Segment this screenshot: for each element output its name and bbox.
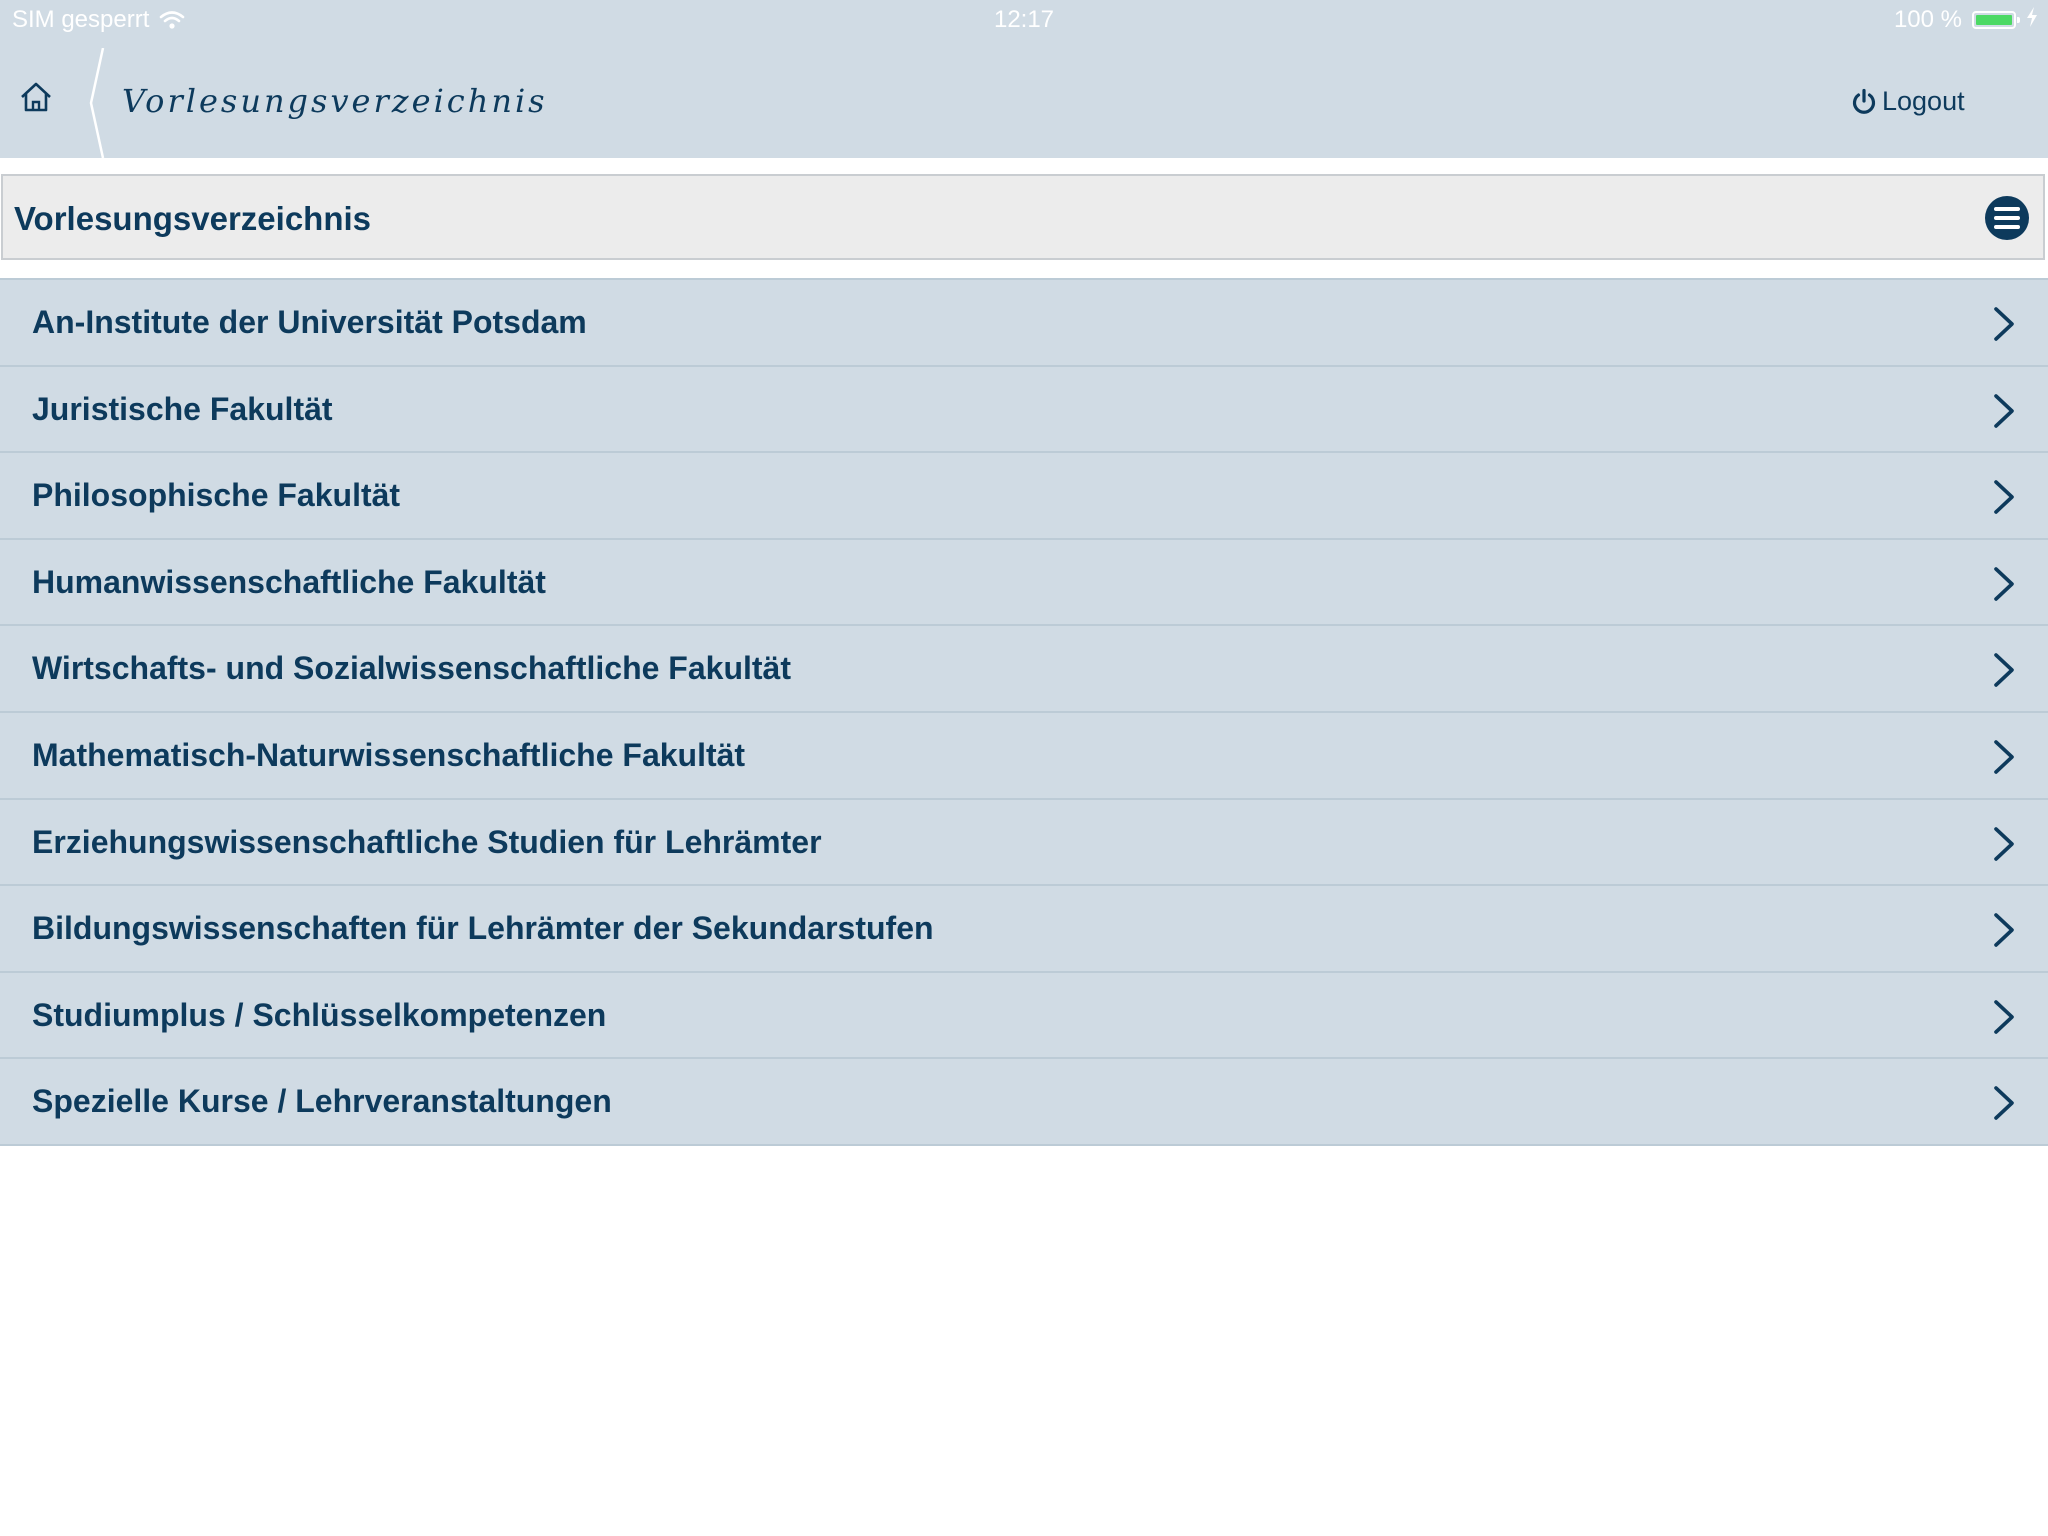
power-icon <box>1850 88 1878 116</box>
chevron-right-icon <box>1994 913 2014 947</box>
list-item-label: Studiumplus / Schlüsselkompetenzen <box>32 996 607 1033</box>
list-item-label: Humanwissenschaftliche Fakultät <box>32 563 546 600</box>
list-item-label: An-Institute der Universität Potsdam <box>32 304 587 340</box>
chevron-right-icon <box>1994 653 2014 688</box>
chevron-right-icon <box>1994 566 2014 601</box>
logout-button[interactable]: Logout <box>1850 86 1965 117</box>
home-icon <box>16 82 56 122</box>
chevron-right-icon <box>1994 393 2014 428</box>
charging-bolt-icon <box>2026 6 2038 34</box>
breadcrumb-divider <box>89 48 105 158</box>
list-item[interactable]: Humanwissenschaftliche Fakultät <box>0 539 2048 627</box>
section-title: Vorlesungsverzeichnis <box>14 200 372 237</box>
top-bar: SIM gesperrt 12:17 100 % Vorlesungsverze… <box>0 0 2048 158</box>
chevron-right-icon <box>1994 1086 2014 1121</box>
chevron-right-icon <box>1994 740 2014 774</box>
status-time: 12:17 <box>993 6 1055 33</box>
list-item-label: Philosophische Fakultät <box>32 477 401 514</box>
list-item[interactable]: Erziehungswissenschaftliche Studien für … <box>0 799 2048 887</box>
page-title: Vorlesungsverzeichnis <box>122 82 548 120</box>
section-header: Vorlesungsverzeichnis <box>1 174 2045 260</box>
list-item-label: Mathematisch-Naturwissenschaftliche Faku… <box>32 736 746 773</box>
battery-percent: 100 % <box>1893 6 1962 33</box>
list-item-label: Spezielle Kurse / Lehrveranstaltungen <box>32 1083 612 1120</box>
status-battery-group: 100 % <box>1894 6 2038 34</box>
list-item-label: Juristische Fakultät <box>32 390 333 427</box>
battery-icon <box>1972 11 2020 29</box>
list-item[interactable]: Philosophische Fakultät <box>0 453 2048 540</box>
list-item[interactable]: Bildungswissenschaften für Lehrämter der… <box>0 886 2048 973</box>
logout-label: Logout <box>1882 86 1965 116</box>
faculty-list: An-Institute der Universität Potsdam Jur… <box>0 278 2048 1146</box>
chevron-right-icon <box>1994 480 2014 514</box>
chevron-right-icon <box>1994 826 2014 861</box>
hamburger-menu-icon[interactable] <box>1985 196 2029 240</box>
list-item[interactable]: Spezielle Kurse / Lehrveranstaltungen <box>0 1059 2048 1146</box>
list-item[interactable]: An-Institute der Universität Potsdam <box>0 280 2048 367</box>
list-item-label: Wirtschafts- und Sozialwissenschaftliche… <box>32 650 791 687</box>
list-item[interactable]: Juristische Fakultät <box>0 366 2048 454</box>
list-item[interactable]: Wirtschafts- und Sozialwissenschaftliche… <box>0 626 2048 713</box>
list-item-label: Erziehungswissenschaftliche Studien für … <box>32 823 822 860</box>
home-button[interactable] <box>16 78 56 118</box>
list-item-label: Bildungswissenschaften für Lehrämter der… <box>32 910 934 947</box>
chevron-right-icon <box>1994 307 2014 341</box>
list-item[interactable]: Mathematisch-Naturwissenschaftliche Faku… <box>0 712 2048 800</box>
list-item[interactable]: Studiumplus / Schlüsselkompetenzen <box>0 972 2048 1060</box>
chevron-right-icon <box>1994 999 2014 1034</box>
